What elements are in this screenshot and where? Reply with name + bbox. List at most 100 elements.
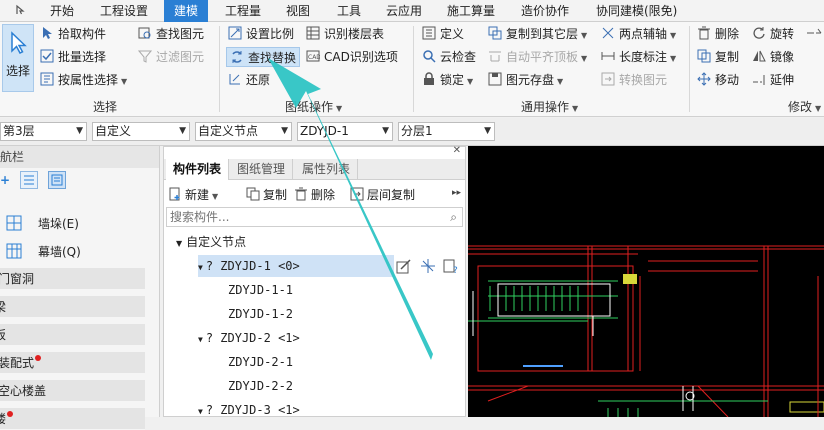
select-group-label: 选择	[93, 100, 118, 114]
svg-text:?: ?	[453, 266, 458, 274]
list-view-icon[interactable]	[20, 171, 38, 189]
drawing-group-label: 图纸操作 ▼	[285, 100, 343, 114]
length-dimension-button[interactable]: 长度标注 ▼	[601, 47, 676, 67]
copy-floor-icon	[488, 26, 502, 40]
navigation-title: 导航栏	[0, 146, 159, 168]
tree-leaf[interactable]: ZDYJD-2-1	[228, 351, 293, 373]
edit-node-icon[interactable]	[396, 258, 412, 274]
element-save-button[interactable]: 图元存盘 ▼	[488, 70, 563, 90]
rotate-icon	[753, 27, 765, 39]
new-dot-icon	[7, 411, 14, 417]
batch-select-icon	[40, 49, 54, 63]
quick-access-arrow-icon[interactable]	[14, 4, 26, 16]
tree-leaf[interactable]: ZDYJD-1-2	[228, 303, 293, 325]
define-button[interactable]: 定义	[422, 24, 464, 44]
extend-icon	[753, 75, 765, 85]
more-modify-icon[interactable]	[806, 26, 822, 40]
identify-floor-table-button[interactable]: 识别楼层表	[306, 24, 384, 44]
tree-group-zdyjd-2[interactable]: ▼? ZDYJD-2 <1>	[198, 327, 300, 349]
set-scale-button[interactable]: 设置比例	[228, 24, 294, 44]
mirror-button[interactable]: 镜像	[752, 47, 794, 67]
auto-level-top-slab-button[interactable]: 自动平齐顶板 ▼	[488, 47, 587, 67]
dimension-icon	[601, 52, 615, 60]
move-icon	[697, 72, 711, 86]
add-icon[interactable]: +	[0, 173, 10, 187]
find-element-button[interactable]: 查找图元	[138, 24, 204, 44]
tab-drawing-management[interactable]: 图纸管理	[230, 159, 294, 180]
menu-start[interactable]: 开始	[50, 0, 74, 22]
menu-cloud[interactable]: 云应用	[386, 0, 422, 22]
tree-root[interactable]: ▼ 自定义节点	[176, 231, 246, 253]
more-tools-icon[interactable]: ▸▸	[452, 188, 461, 198]
menu-tools[interactable]: 工具	[337, 0, 361, 22]
filter-icon	[138, 50, 152, 63]
new-button[interactable]: 新建 ▼	[168, 185, 218, 205]
category-select[interactable]: 自定义 ▼	[92, 122, 190, 141]
menu-construction-qty[interactable]: 施工算量	[447, 0, 495, 22]
menu-view[interactable]: 视图	[286, 0, 310, 22]
lock-button[interactable]: 锁定 ▼	[422, 70, 473, 90]
nav-item-curtain-wall[interactable]: 幕墙(Q)	[6, 241, 81, 263]
trash-icon	[698, 26, 710, 40]
tree-group-zdyjd-3[interactable]: ▼? ZDYJD-3 <1>	[198, 399, 300, 421]
detail-view-icon[interactable]	[48, 171, 66, 189]
pick-component-button[interactable]: 拾取构件	[40, 24, 106, 44]
menu-quantity[interactable]: 工程量	[225, 0, 261, 22]
copy-component-button[interactable]: 复制	[246, 185, 287, 205]
new-icon	[169, 187, 180, 201]
batch-select-button[interactable]: 批量选择	[40, 47, 106, 67]
layer-select[interactable]: 分层1 ▼	[398, 122, 495, 141]
find-replace-button[interactable]: 查找替换	[226, 47, 301, 67]
cad-identify-options-button[interactable]: CAD CAD识别选项	[306, 47, 398, 67]
cad-drawing-canvas[interactable]	[468, 146, 824, 417]
panel-collapse-icon[interactable]: ✕	[453, 145, 461, 156]
nav-section-door-window[interactable]: 门窗洞	[0, 268, 145, 290]
cloud-check-button[interactable]: 云检查	[422, 47, 476, 67]
node-help-icon[interactable]: ?	[443, 258, 459, 274]
menu-collab-modeling[interactable]: 协同建模(限免)	[596, 0, 677, 22]
select-by-attribute-button[interactable]: 按属性选择 ▼	[40, 70, 127, 90]
convert-icon	[601, 72, 615, 86]
tree-group-zdyjd-1[interactable]: ▼? ZDYJD-1 <0>	[198, 255, 394, 277]
delete-button[interactable]: 删除	[697, 24, 739, 44]
floor-select[interactable]: 第3层 ▼	[0, 122, 87, 141]
copy-icon	[246, 187, 260, 201]
menu-cost-collab[interactable]: 造价协作	[521, 0, 569, 22]
ribbon: 选择 拾取构件 批量选择 按属性选择 ▼ 查找图元 过滤图元 选择 设置比例 查找…	[0, 22, 824, 117]
tree-leaf[interactable]: ZDYJD-1-1	[228, 279, 293, 301]
search-icon[interactable]: ⌕	[450, 210, 457, 225]
menu-modeling[interactable]: 建模	[164, 0, 209, 22]
delete-component-button[interactable]: 删除	[294, 185, 335, 205]
property-combo-bar: 第3层 ▼ 自定义 ▼ 自定义节点 ▼ ZDYJD-1 ▼ 分层1 ▼	[0, 118, 824, 146]
restore-button[interactable]: 还原	[228, 70, 270, 90]
two-point-axis-button[interactable]: 两点辅轴 ▼	[601, 24, 676, 44]
copy-button[interactable]: 复制	[697, 47, 739, 67]
nav-section-slab[interactable]: 板	[0, 324, 145, 346]
component-search-input[interactable]	[166, 207, 463, 227]
nav-section-stair[interactable]: 楼	[0, 408, 145, 430]
cloud-check-icon	[423, 50, 436, 63]
node-params-icon[interactable]	[420, 258, 436, 274]
filter-element-button[interactable]: 过滤图元	[138, 47, 204, 67]
menu-project-settings[interactable]: 工程设置	[100, 0, 148, 22]
tree-leaf[interactable]: ZDYJD-2-2	[228, 375, 293, 397]
axis-icon	[602, 27, 614, 39]
component-select[interactable]: ZDYJD-1 ▼	[297, 122, 393, 141]
move-button[interactable]: 移动	[697, 70, 739, 90]
convert-element-button[interactable]: 转换图元	[601, 70, 667, 90]
select-button[interactable]: 选择	[2, 24, 34, 92]
tab-component-list[interactable]: 构件列表	[166, 159, 230, 180]
copy-to-other-floor-button[interactable]: 复制到其它层 ▼	[488, 24, 587, 44]
floor-copy-icon	[350, 187, 364, 201]
svg-text:CAD: CAD	[308, 54, 320, 61]
nav-section-beam[interactable]: 梁	[0, 296, 145, 318]
floor-copy-button[interactable]: 层间复制	[350, 185, 415, 205]
restore-icon	[229, 74, 240, 85]
nav-section-prefab[interactable]: 装配式	[0, 352, 145, 374]
nav-section-hollow-floor[interactable]: 空心楼盖	[0, 380, 145, 402]
type-select[interactable]: 自定义节点 ▼	[195, 122, 292, 141]
extend-button[interactable]: 延伸	[752, 70, 794, 90]
nav-item-wall-pier[interactable]: 墙垛(E)	[6, 213, 79, 235]
tab-property-list[interactable]: 属性列表	[295, 159, 359, 180]
rotate-button[interactable]: 旋转	[752, 24, 794, 44]
